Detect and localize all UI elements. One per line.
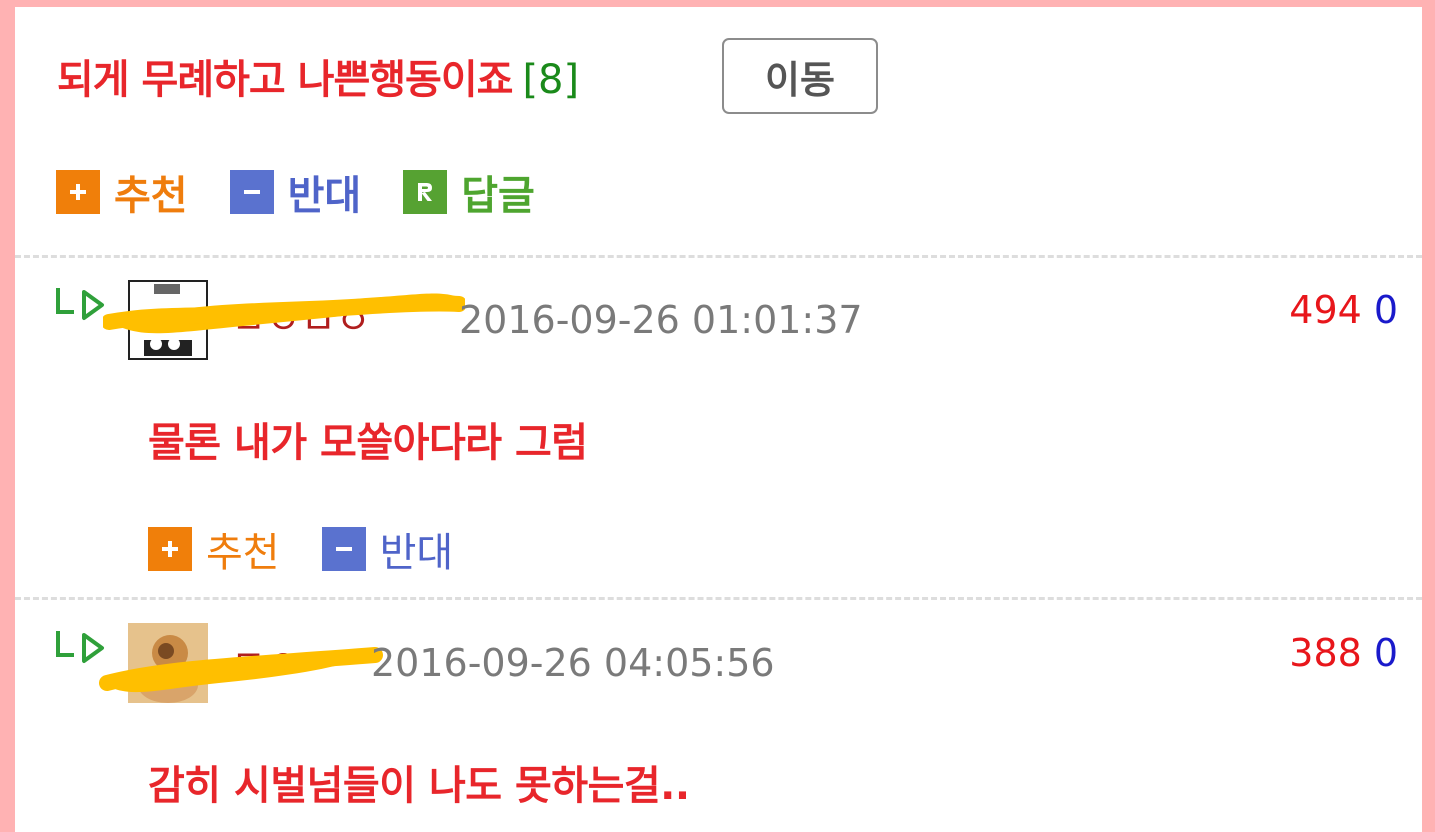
downvote-count: 0 (1373, 631, 1398, 675)
recommend-label: 추천 (206, 530, 280, 576)
main-comment-actions: 추천 반대 답글 (56, 163, 577, 221)
recommend-button[interactable]: 추천 (56, 163, 188, 221)
move-button[interactable]: 이동 (722, 38, 878, 114)
upvote-count: 494 (1289, 288, 1362, 332)
minus-square-icon (229, 170, 274, 214)
reply-actions: 추천 반대 (148, 520, 495, 578)
oppose-label: 반대 (287, 173, 362, 219)
reply-count: [8] (522, 57, 580, 103)
recommend-button[interactable]: 추천 (148, 520, 280, 578)
r-square-icon (403, 170, 448, 214)
reply-button[interactable]: 답글 (403, 163, 535, 221)
downvote-count: 0 (1373, 288, 1398, 332)
upvote-count: 388 (1289, 631, 1362, 675)
oppose-button[interactable]: 반대 (321, 520, 454, 578)
divider (15, 597, 1422, 600)
reply-label: 답글 (461, 173, 535, 219)
vote-counts: 388 0 (1289, 631, 1398, 675)
comment-text: 되게 무례하고 나쁜행동이죠 (57, 57, 513, 103)
reply-item: ㅁㅇ 2016-09-26 04:05:56 3880 감히 시벌넘들이 나도 … (15, 623, 1422, 832)
divider (15, 255, 1422, 258)
plus-square-icon (148, 527, 192, 571)
oppose-button[interactable]: 반대 (229, 163, 362, 221)
reply-item: ㅁㅇㅁㅇ 2016-09-26 01:01:37 494 0 물론 내가 모쏠아다… (15, 280, 1422, 597)
main-comment: 되게 무례하고 나쁜행동이죠 [8] 이동 추천 반대 답글 (15, 7, 1422, 255)
oppose-label: 반대 (379, 530, 454, 576)
plus-square-icon (56, 170, 100, 214)
comment-title: 되게 무례하고 나쁜행동이죠 [8] (57, 47, 579, 105)
timestamp: 2016-09-26 04:05:56 (371, 641, 775, 685)
comment-panel: 되게 무례하고 나쁜행동이죠 [8] 이동 추천 반대 답글 ㅁㅇㅁㅇ 2016… (15, 7, 1422, 832)
reply-arrow-icon (53, 280, 107, 334)
reply-text: 물론 내가 모쏠아다라 그럼 (148, 420, 588, 466)
vote-counts: 494 0 (1289, 288, 1398, 332)
redaction-mark (103, 293, 465, 334)
redaction-mark (99, 647, 383, 693)
recommend-label: 추천 (114, 173, 188, 219)
minus-square-icon (321, 527, 366, 571)
reply-text: 감히 시벌넘들이 나도 못하는걸.. (148, 763, 690, 809)
timestamp: 2016-09-26 01:01:37 (459, 298, 863, 342)
